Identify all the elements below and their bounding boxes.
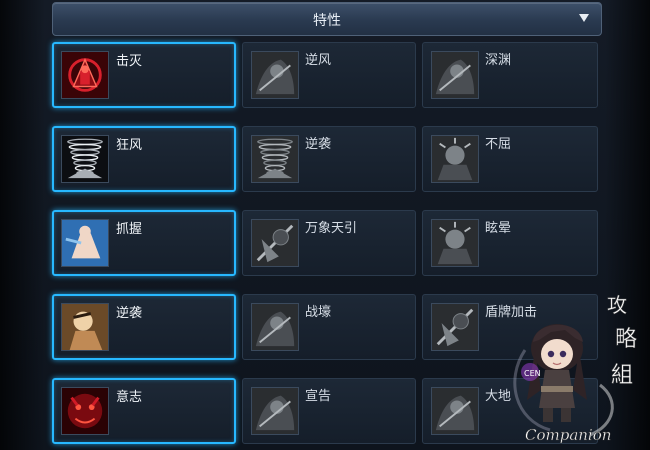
grey-whirlwind-icon bbox=[251, 135, 299, 183]
grey-stun-icon bbox=[431, 219, 479, 267]
trait-label: 意志 bbox=[116, 390, 143, 405]
trait-label: 逆风 bbox=[305, 53, 332, 68]
trait-label: 战壕 bbox=[305, 305, 332, 320]
trait-slot[interactable]: 抓握 bbox=[52, 210, 236, 276]
trait-label: 大地 bbox=[485, 389, 512, 404]
triangle-down-icon[interactable] bbox=[579, 14, 589, 22]
grey-fighter-icon bbox=[251, 51, 299, 99]
grab-warrior-icon bbox=[61, 219, 109, 267]
trait-label: 盾牌加击 bbox=[485, 305, 538, 320]
trait-slot[interactable]: 大地 bbox=[422, 378, 598, 444]
trait-label: 逆袭 bbox=[305, 137, 332, 152]
trait-slot[interactable]: 万象天引 bbox=[242, 210, 416, 276]
trait-label: 万象天引 bbox=[305, 221, 358, 236]
trait-label: 抓握 bbox=[116, 222, 143, 237]
trait-slot[interactable]: 逆袭 bbox=[242, 126, 416, 192]
trait-slot[interactable]: 意志 bbox=[52, 378, 236, 444]
trait-slot[interactable]: 击灭 bbox=[52, 42, 236, 108]
trait-slot[interactable]: 逆袭 bbox=[52, 294, 236, 360]
trait-label: 宣告 bbox=[305, 389, 332, 404]
trait-label: 深渊 bbox=[485, 53, 512, 68]
trait-label: 眩晕 bbox=[485, 221, 512, 236]
trait-slot[interactable]: 宣告 bbox=[242, 378, 416, 444]
trait-slot[interactable]: 盾牌加击 bbox=[422, 294, 598, 360]
counter-warrior-icon bbox=[61, 303, 109, 351]
trait-slot[interactable]: 深渊 bbox=[422, 42, 598, 108]
whirlwind-icon bbox=[61, 135, 109, 183]
trait-label: 逆袭 bbox=[116, 306, 143, 321]
traits-grid: 击灭 逆风 深渊 狂风 逆袭 不屈 抓握 万象天引 眩晕 逆袭 战壕 盾牌加击 意志 宣告 大地 bbox=[52, 38, 600, 450]
trait-slot[interactable]: 战壕 bbox=[242, 294, 416, 360]
header-title: 特性 bbox=[313, 13, 341, 29]
trait-slot[interactable]: 眩晕 bbox=[422, 210, 598, 276]
traits-header[interactable]: 特性 bbox=[52, 2, 602, 36]
trait-slot[interactable]: 不屈 bbox=[422, 126, 598, 192]
trait-label: 不屈 bbox=[485, 137, 512, 152]
trait-label: 击灭 bbox=[116, 54, 143, 69]
trait-label: 狂风 bbox=[116, 138, 143, 153]
red-demon-icon bbox=[61, 387, 109, 435]
grey-spear-icon bbox=[251, 219, 299, 267]
grey-proclaim-icon bbox=[251, 387, 299, 435]
crimson-warrior-icon bbox=[61, 51, 109, 99]
trait-slot[interactable]: 逆风 bbox=[242, 42, 416, 108]
trait-slot[interactable]: 狂风 bbox=[52, 126, 236, 192]
grey-abyss-icon bbox=[431, 51, 479, 99]
grey-earth-icon bbox=[431, 387, 479, 435]
grey-shield-bash-icon bbox=[431, 303, 479, 351]
grey-statue-icon bbox=[431, 135, 479, 183]
grey-trench-icon bbox=[251, 303, 299, 351]
